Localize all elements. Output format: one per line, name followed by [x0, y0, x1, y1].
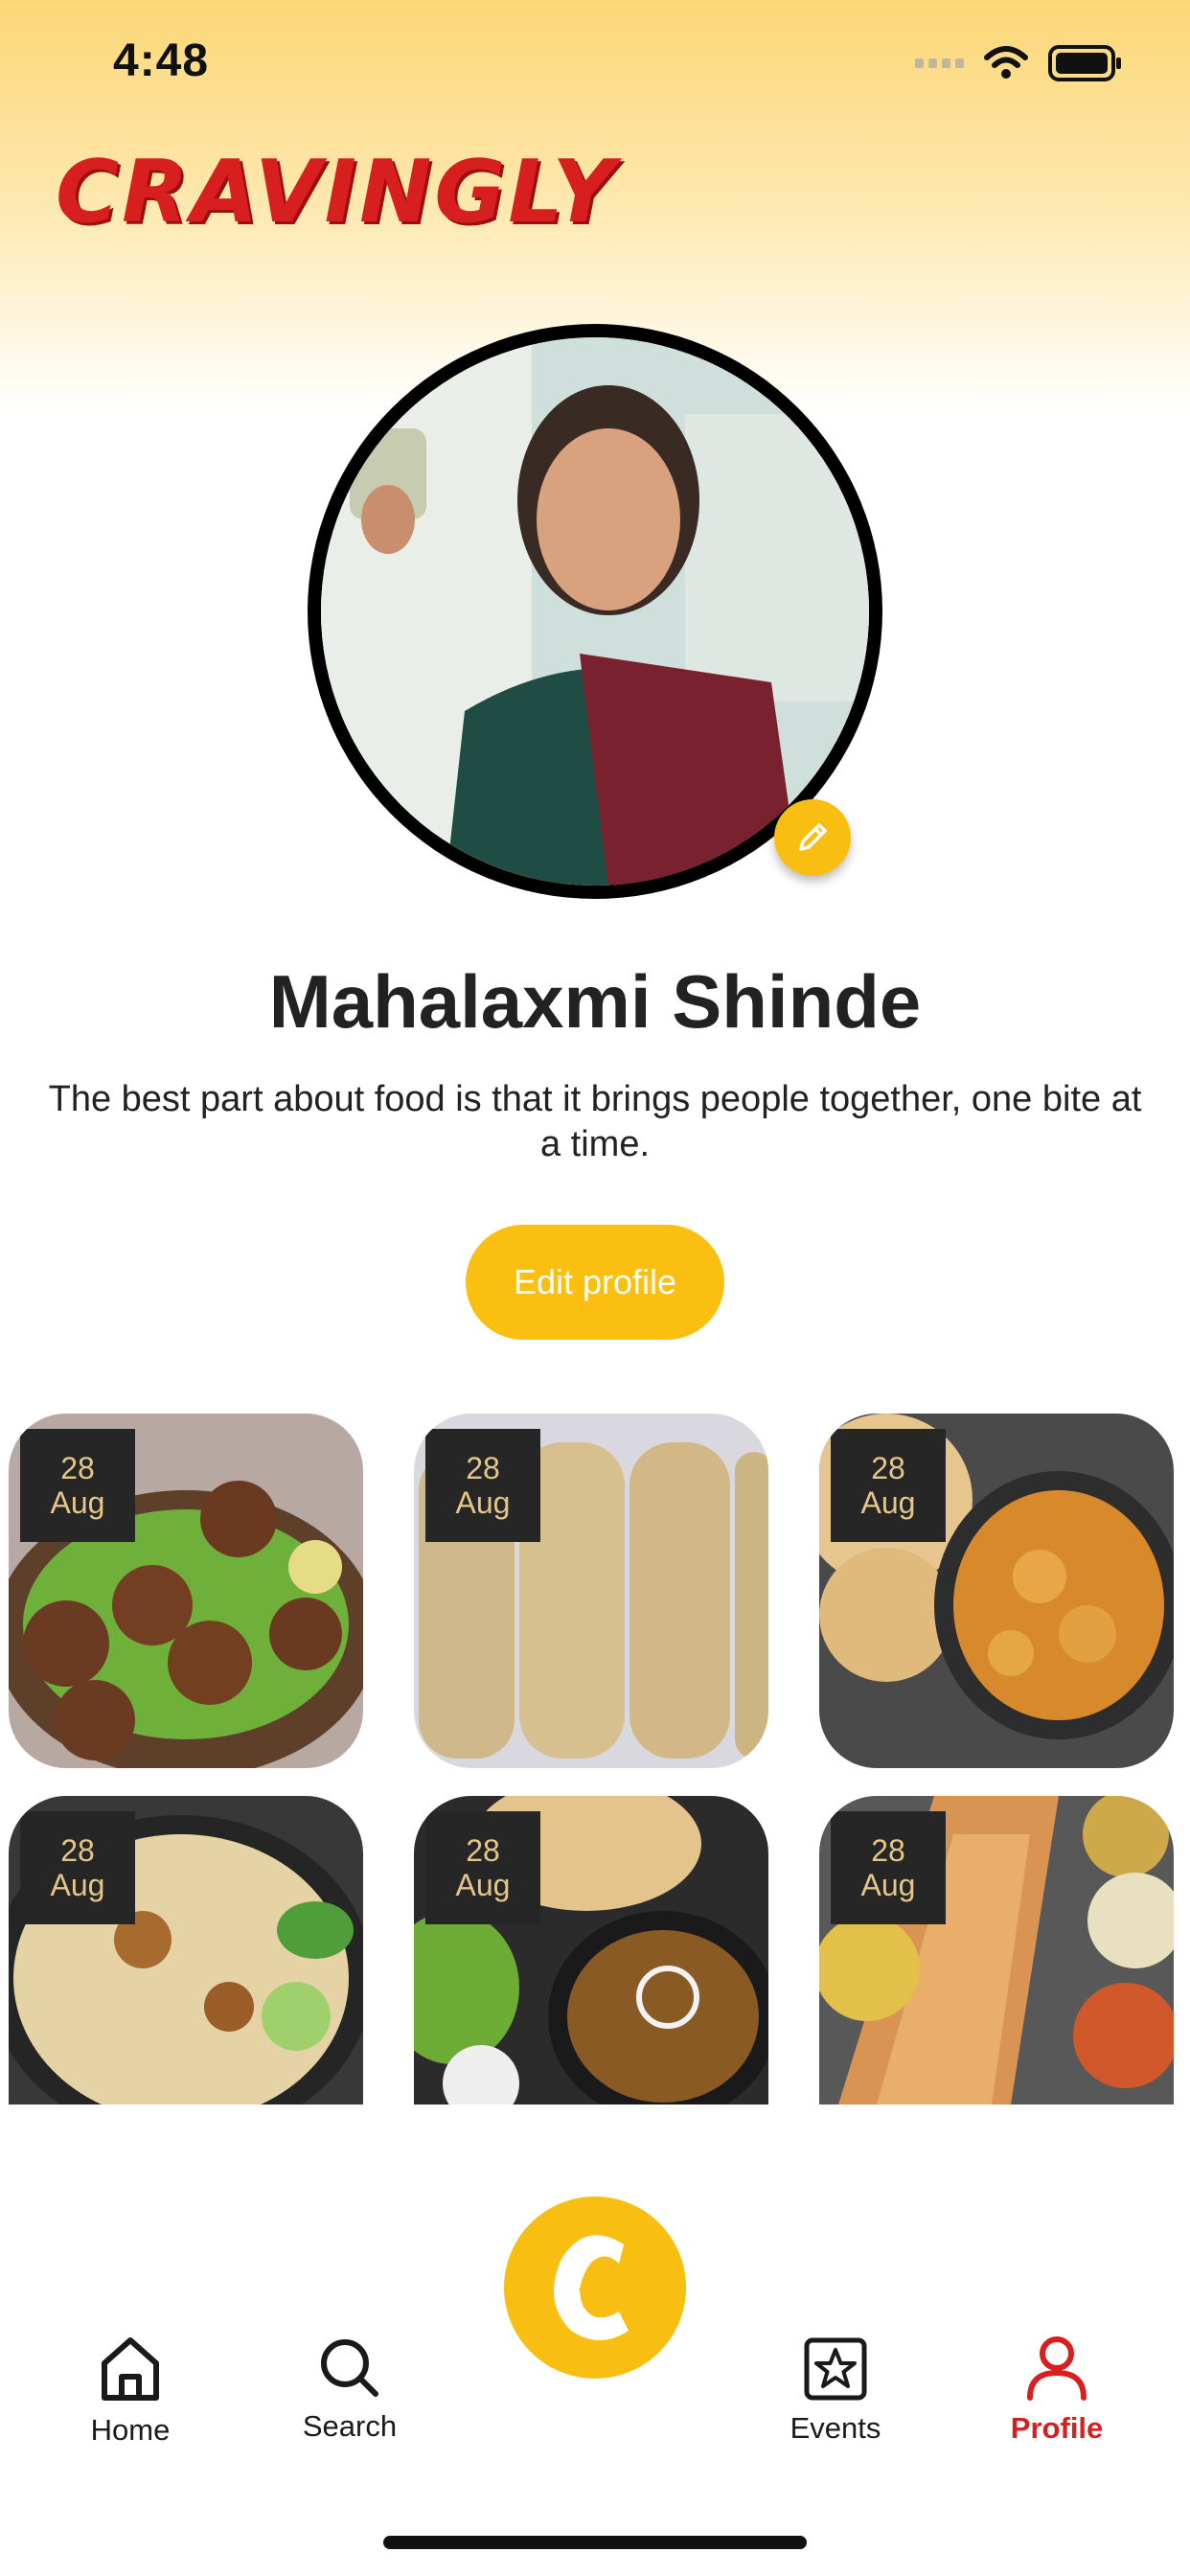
post-date: 28 Aug: [831, 1429, 946, 1542]
post-card[interactable]: 28 Aug: [9, 1414, 363, 1768]
app-logo-icon: [554, 2235, 629, 2340]
avatar-photo: [321, 337, 869, 886]
home-icon: [102, 2337, 159, 2401]
cellular-signal-icon: [915, 58, 964, 68]
post-date: 28 Aug: [20, 1429, 135, 1542]
battery-icon: [1048, 45, 1121, 81]
post-card[interactable]: 28 Aug: [9, 1796, 363, 2104]
profile-name: Mahalaxmi Shinde: [268, 959, 922, 1044]
post-date: 28 Aug: [831, 1811, 946, 1924]
nav-profile[interactable]: Profile: [961, 2334, 1153, 2446]
center-action-button[interactable]: [504, 2196, 686, 2379]
search-icon: [321, 2339, 378, 2397]
post-date: 28 Aug: [425, 1429, 540, 1542]
profile-bio: The best part about food is that it brin…: [48, 1079, 1142, 1164]
pencil-icon: [799, 823, 827, 851]
post-card[interactable]: 28 Aug: [819, 1414, 1174, 1768]
nav-search[interactable]: Search: [254, 2336, 446, 2444]
post-card[interactable]: 28 Aug: [414, 1796, 768, 2104]
nav-home-label: Home: [90, 2413, 171, 2447]
post-date: 28 Aug: [425, 1811, 540, 1924]
nav-search-label: Search: [302, 2409, 398, 2443]
wifi-icon: [984, 46, 1028, 79]
status-time: 4:48: [113, 35, 210, 86]
nav-events-label: Events: [790, 2411, 881, 2445]
edit-profile-button[interactable]: Edit profile: [466, 1225, 724, 1340]
post-date: 28 Aug: [20, 1811, 135, 1924]
app-logo: CRAVINGLY: [56, 142, 618, 242]
profile-icon: [1027, 2336, 1087, 2401]
nav-events[interactable]: Events: [740, 2336, 931, 2446]
edit-avatar-button[interactable]: [774, 799, 851, 876]
events-star-icon: [804, 2337, 867, 2401]
post-card[interactable]: 28 Aug: [819, 1796, 1174, 2104]
home-indicator: [383, 2536, 807, 2549]
nav-profile-label: Profile: [1010, 2411, 1104, 2445]
nav-home[interactable]: Home: [34, 2334, 226, 2448]
status-indicators: [915, 44, 1123, 82]
post-card[interactable]: 28 Aug: [414, 1414, 768, 1768]
